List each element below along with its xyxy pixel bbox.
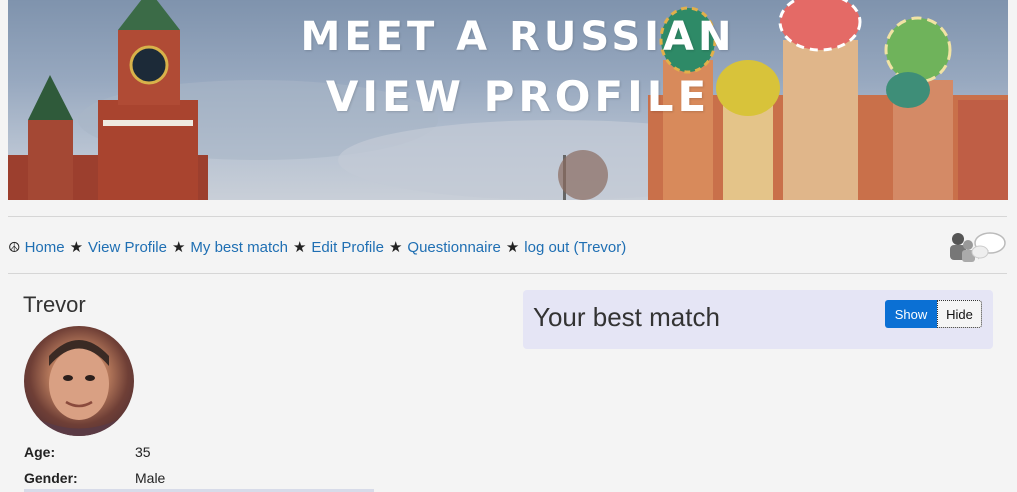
nav-edit-profile[interactable]: Edit Profile <box>311 239 384 256</box>
nav-separator: ★ <box>388 239 403 256</box>
gender-label: Gender: <box>24 470 78 486</box>
banner-subtitle: VIEW PROFILE <box>325 72 711 121</box>
gender-value: Male <box>135 470 166 486</box>
nav-questionnaire[interactable]: Questionnaire <box>407 239 500 256</box>
nav-separator: ★ <box>292 239 307 256</box>
main-nav: ☮ Home ★ View Profile ★ My best match ★ Edit Pr… <box>8 236 626 258</box>
nav-my-best-match[interactable]: My best match <box>190 239 288 256</box>
nav-separator: ★ <box>505 239 520 256</box>
banner-title: MEET A RUSSIAN <box>300 14 736 60</box>
hide-button[interactable]: Hide <box>937 300 982 328</box>
divider-nav <box>8 273 1007 274</box>
profile-name: Trevor <box>23 292 86 317</box>
header-banner: MEET A RUSSIAN VIEW PROFILE <box>8 0 1008 200</box>
profile-photo <box>24 340 134 436</box>
show-button[interactable]: Show <box>885 300 937 328</box>
chat-users-icon[interactable] <box>946 230 1008 264</box>
best-match-panel: Your best match Show Hide <box>523 290 993 349</box>
peace-icon: ☮ <box>8 239 21 255</box>
nav-separator: ★ <box>69 239 84 256</box>
nav-separator: ★ <box>171 239 186 256</box>
age-value: 35 <box>135 444 151 460</box>
divider-top <box>8 216 1007 217</box>
nav-view-profile[interactable]: View Profile <box>88 239 167 256</box>
best-match-title: Your best match <box>533 302 720 332</box>
nav-logout[interactable]: log out (Trevor) <box>524 239 626 256</box>
age-label: Age: <box>24 444 56 460</box>
nav-home[interactable]: Home <box>25 239 65 256</box>
avatar <box>24 326 134 436</box>
